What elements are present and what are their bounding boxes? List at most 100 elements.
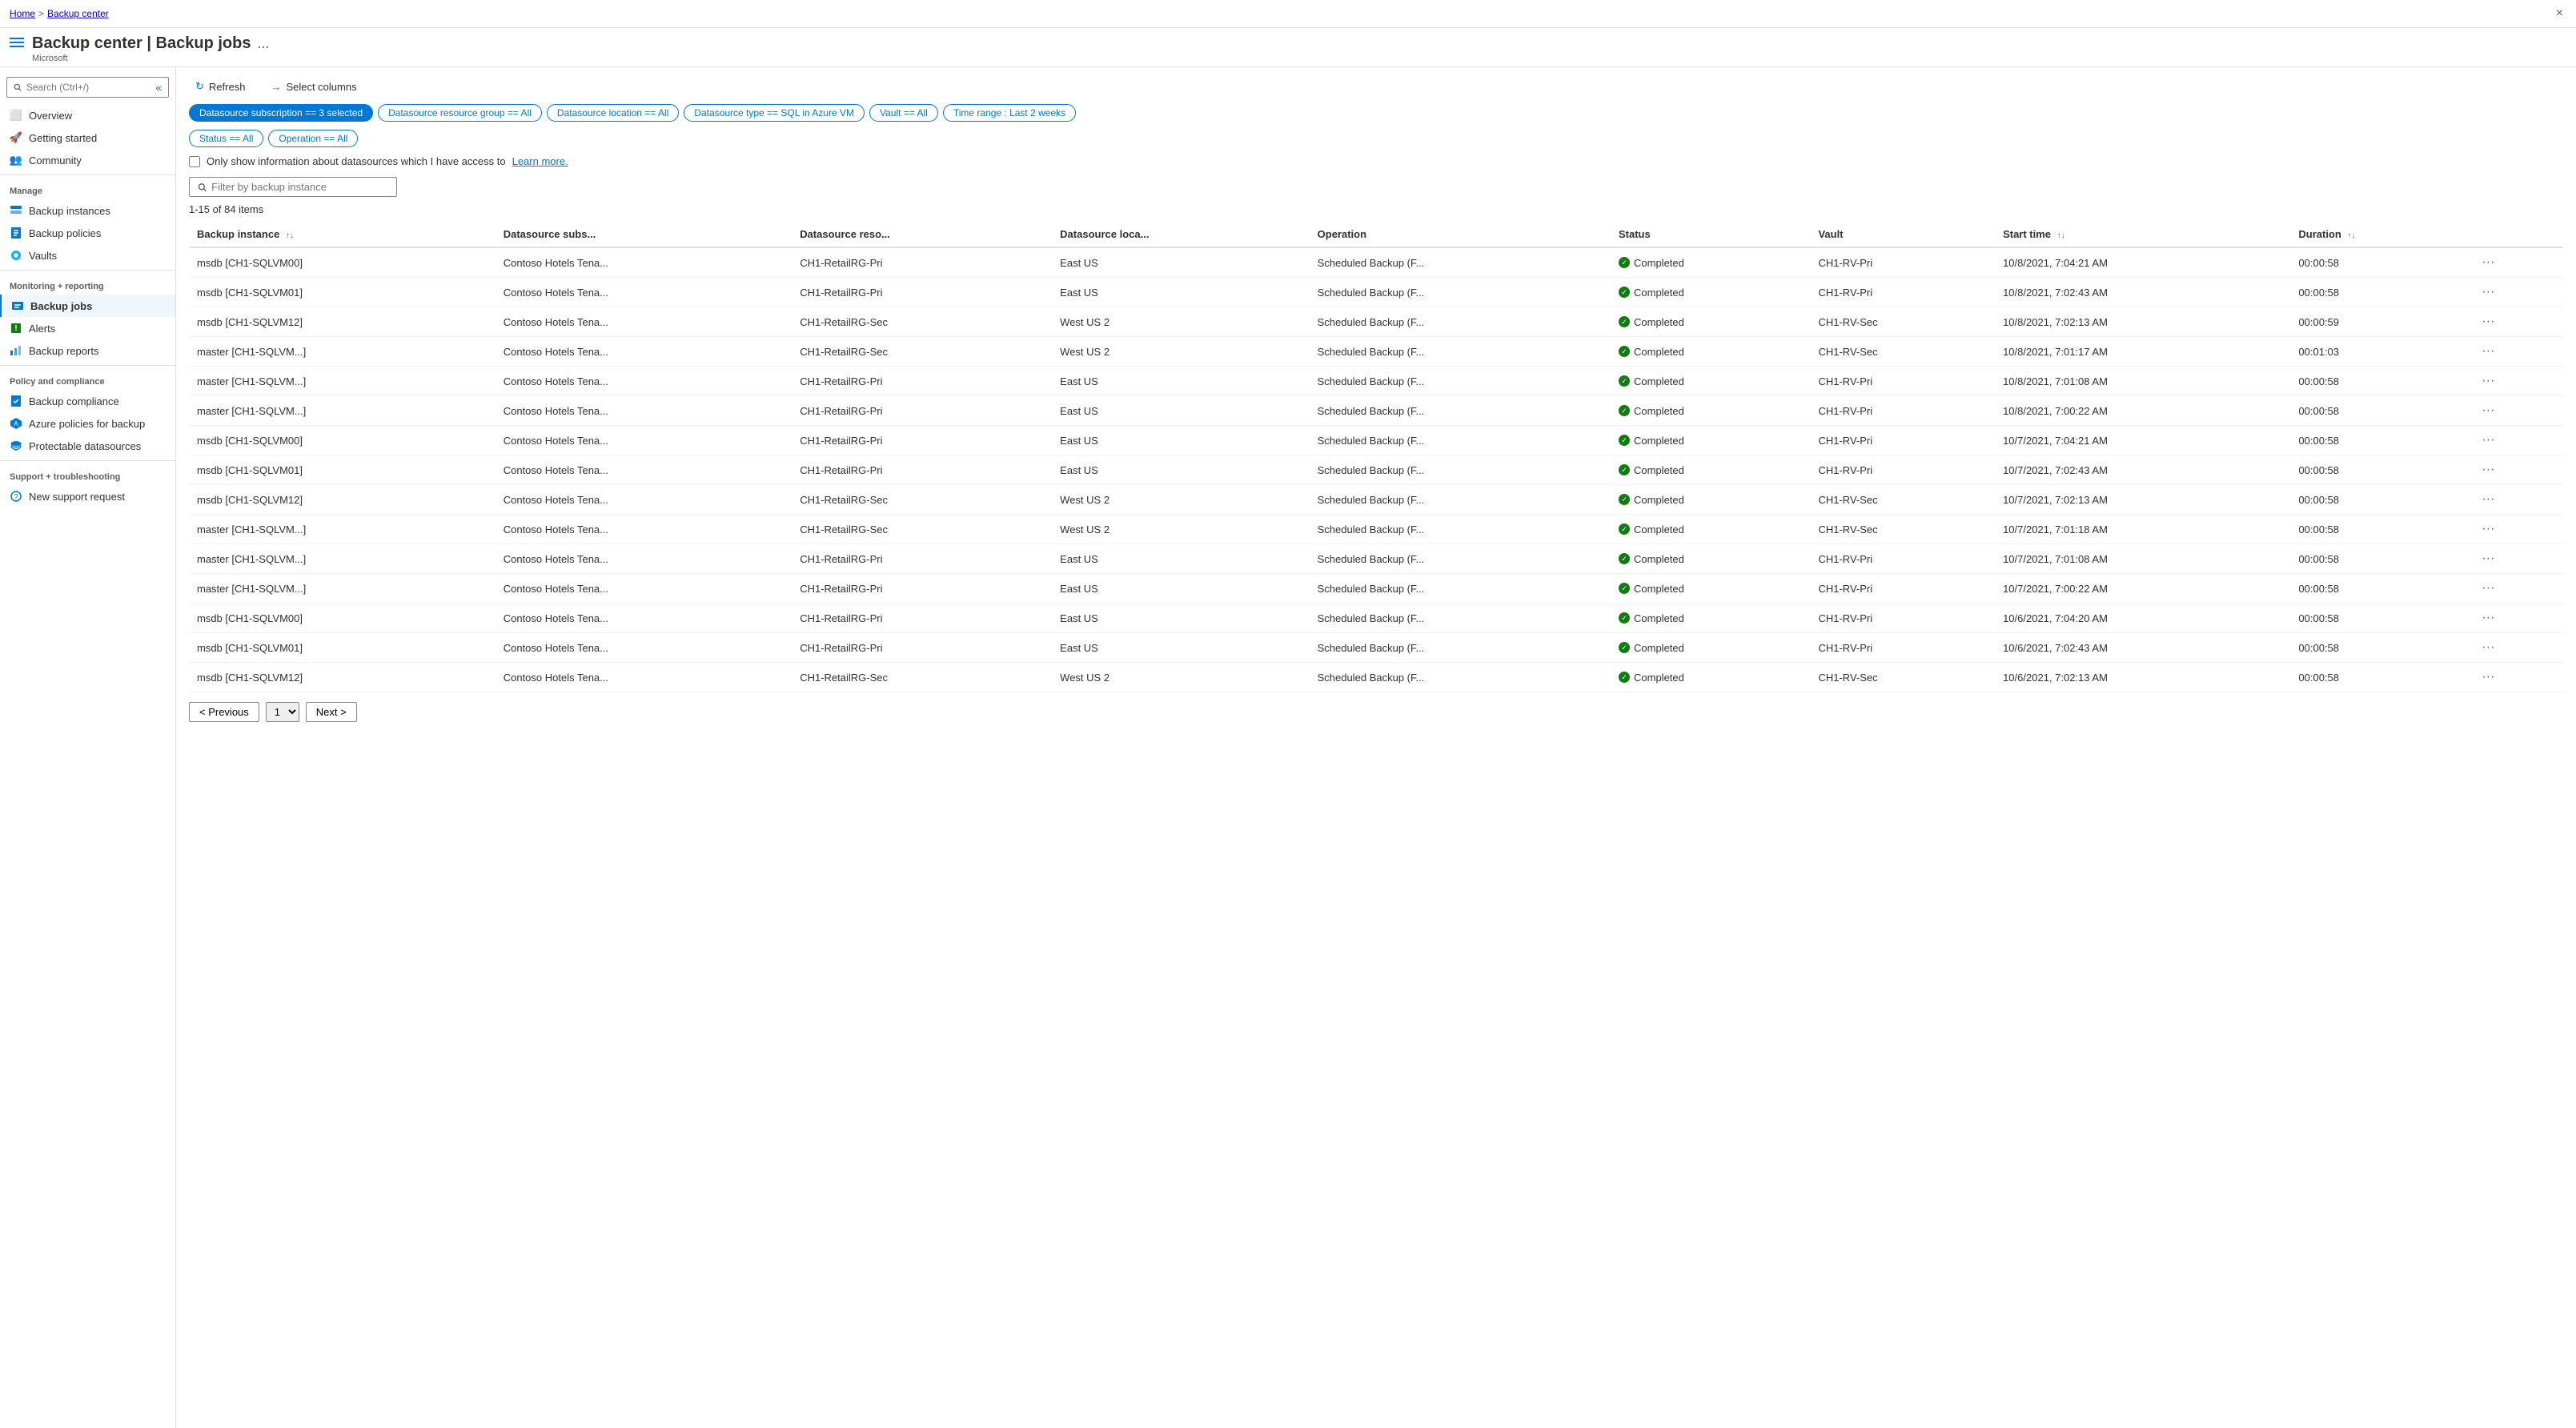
row-more-button[interactable]: ··· (2477, 372, 2499, 390)
sidebar-item-backup-reports[interactable]: Backup reports (0, 339, 175, 362)
cell-actions[interactable]: ··· (2469, 485, 2563, 515)
row-more-button[interactable]: ··· (2477, 491, 2499, 508)
sidebar-item-azure-policies[interactable]: A Azure policies for backup (0, 412, 175, 435)
row-more-button[interactable]: ··· (2477, 402, 2499, 419)
row-more-button[interactable]: ··· (2477, 520, 2499, 538)
sort-duration-icon[interactable]: ↑↓ (2347, 231, 2355, 240)
cell-actions[interactable]: ··· (2469, 307, 2563, 337)
cell-status: Completed (1611, 574, 1810, 604)
table-body: msdb [CH1-SQLVM00]Contoso Hotels Tena...… (189, 247, 2563, 692)
cell-start-time: 10/8/2021, 7:02:43 AM (1995, 278, 2290, 307)
sidebar-item-getting-started[interactable]: 🚀 Getting started (0, 126, 175, 149)
sidebar-item-alerts[interactable]: ! Alerts (0, 317, 175, 339)
filter-status[interactable]: Status == All (189, 130, 263, 147)
cell-actions[interactable]: ··· (2469, 455, 2563, 485)
sidebar-item-new-support[interactable]: ? New support request (0, 485, 175, 507)
filters-row-2: Status == All Operation == All (189, 130, 2563, 147)
sidebar-item-vaults[interactable]: Vaults (0, 244, 175, 267)
filter-type[interactable]: Datasource type == SQL in Azure VM (684, 104, 865, 122)
row-more-button[interactable]: ··· (2477, 283, 2499, 301)
row-more-button[interactable]: ··· (2477, 668, 2499, 686)
cell-datasource-subs: Contoso Hotels Tena... (496, 396, 792, 426)
col-datasource-loca: Datasource loca... (1052, 222, 1309, 247)
cell-operation: Scheduled Backup (F... (1310, 278, 1611, 307)
row-more-button[interactable]: ··· (2477, 580, 2499, 597)
next-page-button[interactable]: Next > (306, 702, 357, 722)
col-start-time: Start time ↑↓ (1995, 222, 2290, 247)
cell-backup-instance: msdb [CH1-SQLVM00] (189, 604, 496, 633)
refresh-label: Refresh (209, 81, 246, 93)
cell-operation: Scheduled Backup (F... (1310, 337, 1611, 367)
cell-actions[interactable]: ··· (2469, 337, 2563, 367)
search-input[interactable] (26, 82, 147, 93)
row-more-button[interactable]: ··· (2477, 461, 2499, 479)
refresh-button[interactable]: ↻ Refresh (189, 77, 251, 96)
sidebar-item-backup-policies[interactable]: Backup policies (0, 222, 175, 244)
cell-actions[interactable]: ··· (2469, 278, 2563, 307)
breadcrumb-current[interactable]: Backup center (47, 8, 109, 19)
cell-actions[interactable]: ··· (2469, 515, 2563, 544)
filter-operation[interactable]: Operation == All (268, 130, 358, 147)
sidebar-item-backup-instances[interactable]: Backup instances (0, 199, 175, 222)
cell-actions[interactable]: ··· (2469, 247, 2563, 278)
cell-status: Completed (1611, 426, 1810, 455)
table-row: master [CH1-SQLVM...]Contoso Hotels Tena… (189, 544, 2563, 574)
sidebar-item-backup-jobs[interactable]: Backup jobs (0, 295, 175, 317)
row-more-button[interactable]: ··· (2477, 609, 2499, 627)
cell-datasource-subs: Contoso Hotels Tena... (496, 455, 792, 485)
checkbox-row: Only show information about datasources … (189, 155, 2563, 167)
cell-datasource-subs: Contoso Hotels Tena... (496, 633, 792, 663)
cell-actions[interactable]: ··· (2469, 426, 2563, 455)
row-more-button[interactable]: ··· (2477, 343, 2499, 360)
backup-instance-filter-input[interactable] (211, 181, 388, 193)
breadcrumb-home[interactable]: Home (10, 8, 35, 19)
svg-text:A: A (14, 420, 18, 427)
cell-status: Completed (1611, 455, 1810, 485)
close-button[interactable]: × (2553, 3, 2566, 24)
learn-more-link[interactable]: Learn more. (512, 155, 568, 167)
filter-resource-group[interactable]: Datasource resource group == All (378, 104, 542, 122)
cell-actions[interactable]: ··· (2469, 396, 2563, 426)
cell-duration: 00:00:58 (2290, 396, 2469, 426)
hamburger-menu[interactable] (10, 38, 24, 47)
support-section-title: Support + troubleshooting (0, 464, 175, 485)
sidebar-collapse-button[interactable]: « (155, 81, 162, 94)
sidebar-item-community[interactable]: 👥 Community (0, 149, 175, 171)
sidebar-item-overview[interactable]: ⬜ Overview (0, 104, 175, 126)
row-more-button[interactable]: ··· (2477, 431, 2499, 449)
header-ellipsis-button[interactable]: ... (257, 35, 269, 52)
cell-start-time: 10/8/2021, 7:01:17 AM (1995, 337, 2290, 367)
filter-location[interactable]: Datasource location == All (547, 104, 679, 122)
sidebar-item-backup-compliance[interactable]: Backup compliance (0, 390, 175, 412)
previous-page-button[interactable]: < Previous (189, 702, 259, 722)
cell-duration: 00:00:58 (2290, 633, 2469, 663)
datasource-access-checkbox[interactable] (189, 156, 200, 167)
cell-datasource-reso: CH1-RetailRG-Pri (792, 544, 1052, 574)
cell-actions[interactable]: ··· (2469, 367, 2563, 396)
sidebar-item-protectable-datasources[interactable]: Protectable datasources (0, 435, 175, 457)
cell-vault: CH1-RV-Pri (1810, 544, 1995, 574)
sort-backup-instance-icon[interactable]: ↑↓ (286, 231, 294, 240)
row-more-button[interactable]: ··· (2477, 550, 2499, 568)
vaults-icon (10, 249, 22, 262)
row-more-button[interactable]: ··· (2477, 639, 2499, 656)
cell-actions[interactable]: ··· (2469, 604, 2563, 633)
sidebar-item-label: Azure policies for backup (29, 418, 145, 430)
page-select[interactable]: 1 (266, 702, 299, 722)
select-columns-button[interactable]: → Select columns (264, 78, 363, 96)
sort-start-time-icon[interactable]: ↑↓ (2057, 231, 2065, 240)
cell-actions[interactable]: ··· (2469, 544, 2563, 574)
row-more-button[interactable]: ··· (2477, 313, 2499, 331)
cell-actions[interactable]: ··· (2469, 633, 2563, 663)
cell-actions[interactable]: ··· (2469, 574, 2563, 604)
policy-section-title: Policy and compliance (0, 369, 175, 390)
filter-subscription[interactable]: Datasource subscription == 3 selected (189, 104, 373, 122)
cell-duration: 00:00:58 (2290, 485, 2469, 515)
row-more-button[interactable]: ··· (2477, 254, 2499, 271)
cell-actions[interactable]: ··· (2469, 663, 2563, 692)
alerts-icon: ! (10, 322, 22, 335)
filter-vault[interactable]: Vault == All (869, 104, 938, 122)
sidebar-divider (0, 174, 175, 175)
cell-vault: CH1-RV-Pri (1810, 574, 1995, 604)
filter-time-range[interactable]: Time range : Last 2 weeks (943, 104, 1076, 122)
